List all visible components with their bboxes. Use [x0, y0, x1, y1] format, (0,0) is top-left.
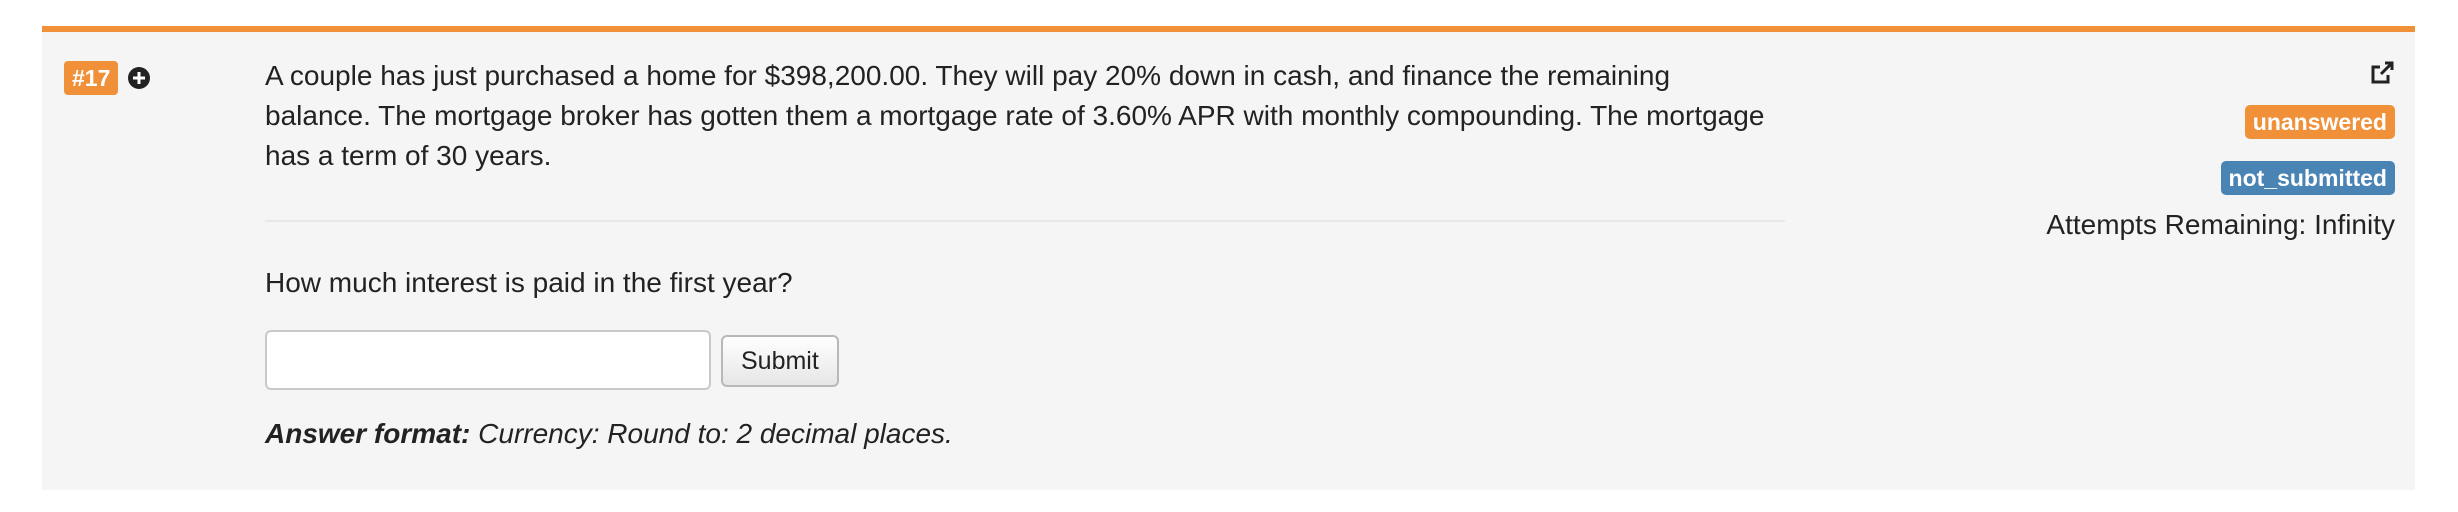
- submission-status-badge: not_submitted: [2220, 161, 2395, 195]
- question-prompt: How much interest is paid in the first y…: [265, 267, 793, 298]
- answer-format: Answer format: Currency: Round to: 2 dec…: [265, 418, 1765, 450]
- answer-format-text: Currency: Round to: 2 decimal places.: [470, 418, 953, 449]
- plus-circle-icon[interactable]: [127, 66, 151, 90]
- submit-button[interactable]: Submit: [721, 335, 839, 387]
- divider: [265, 220, 1785, 222]
- question-content: A couple has just purchased a home for $…: [265, 56, 1785, 450]
- answer-row: Submit: [265, 330, 1765, 392]
- problem-text: A couple has just purchased a home for $…: [265, 60, 1765, 171]
- answer-input[interactable]: [265, 330, 711, 390]
- answer-status-badge: unanswered: [2244, 105, 2395, 139]
- attempts-remaining: Attempts Remaining: Infinity: [2046, 209, 2395, 240]
- question-number-badge: #17: [64, 61, 119, 95]
- share-external-icon[interactable]: [2369, 60, 2395, 86]
- answer-format-label: Answer format:: [265, 418, 471, 449]
- status-panel: unanswered not_submitted Attempts Remain…: [1975, 60, 2395, 241]
- question-card: #17 A couple has just purchased a home f…: [42, 26, 2415, 490]
